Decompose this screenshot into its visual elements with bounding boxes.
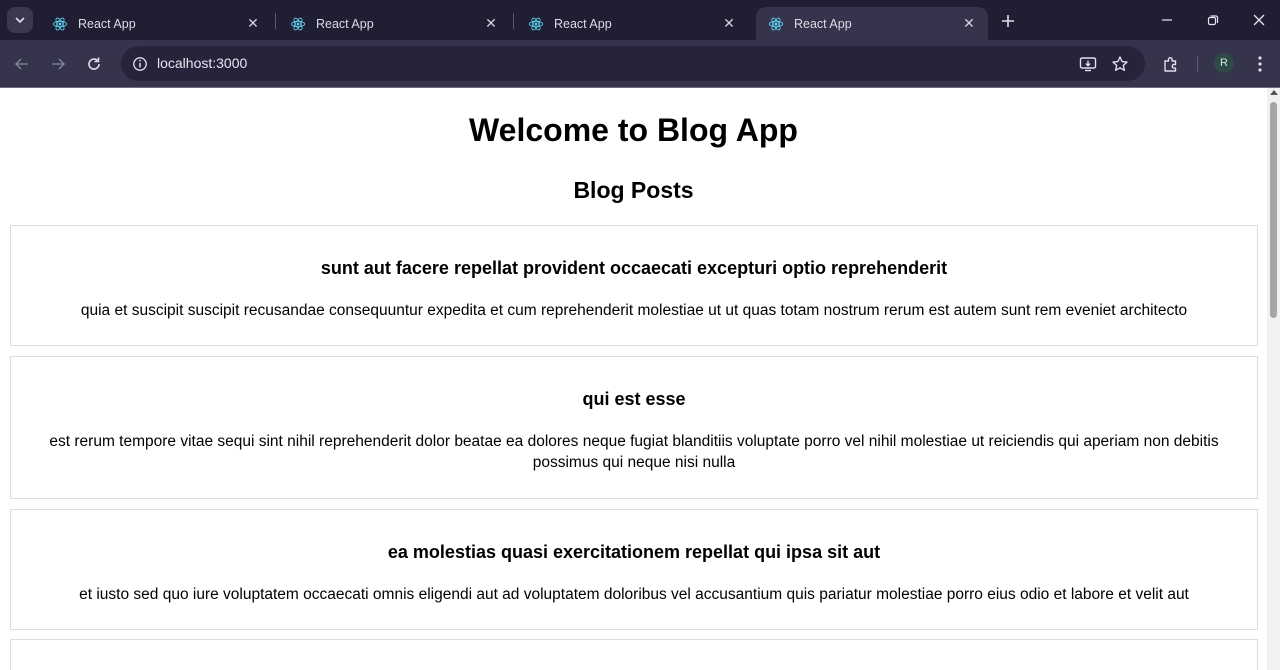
react-logo-icon bbox=[52, 17, 68, 30]
post-body: et iusto sed quo iure voluptatem occaeca… bbox=[79, 586, 1189, 603]
tab-title: React App bbox=[78, 16, 136, 31]
arrow-left-icon bbox=[14, 58, 28, 70]
post-card: sunt aut facere repellat provident occae… bbox=[10, 225, 1258, 346]
tab-divider bbox=[275, 13, 276, 29]
post-body: quia et suscipit suscipit recusandae con… bbox=[80, 302, 1188, 319]
restore-button[interactable] bbox=[1190, 0, 1236, 40]
restore-icon bbox=[1207, 15, 1219, 26]
page-viewport: Welcome to Blog App Blog Posts sunt aut … bbox=[0, 88, 1267, 670]
post-title: sunt aut facere repellat provident occae… bbox=[320, 258, 948, 278]
react-logo-icon bbox=[528, 17, 544, 30]
tab-title: React App bbox=[794, 16, 852, 31]
react-logo-icon bbox=[290, 17, 306, 30]
tab-1[interactable]: React App ✕ bbox=[40, 7, 272, 40]
close-icon[interactable]: ✕ bbox=[960, 15, 978, 33]
reload-button[interactable] bbox=[82, 52, 106, 76]
plus-icon bbox=[1002, 15, 1014, 27]
site-info-icon[interactable] bbox=[129, 53, 151, 75]
close-icon[interactable]: ✕ bbox=[244, 15, 262, 33]
post-title: qui est esse bbox=[582, 389, 686, 409]
url-text: localhost:3000 bbox=[157, 55, 248, 71]
scrollbar-thumb[interactable] bbox=[1270, 102, 1277, 318]
tab-title: React App bbox=[316, 16, 374, 31]
forward-button[interactable] bbox=[46, 52, 70, 76]
post-card: qui est esse est rerum tempore vitae seq… bbox=[10, 356, 1258, 499]
toolbar-divider bbox=[1197, 56, 1198, 72]
close-icon[interactable]: ✕ bbox=[720, 15, 738, 33]
vertical-scrollbar[interactable] bbox=[1267, 88, 1280, 670]
post-title: ea molestias quasi exercitationem repell… bbox=[387, 542, 881, 562]
minimize-icon bbox=[1162, 19, 1172, 21]
post-card-partial bbox=[10, 639, 1258, 670]
page-title: Welcome to Blog App bbox=[469, 112, 798, 148]
bookmark-star-icon[interactable] bbox=[1109, 53, 1131, 75]
tab-2[interactable]: React App ✕ bbox=[278, 7, 510, 40]
more-vertical-icon bbox=[1258, 56, 1262, 72]
install-app-icon[interactable] bbox=[1077, 53, 1099, 75]
tab-search-button[interactable] bbox=[7, 7, 33, 33]
tab-3[interactable]: React App ✕ bbox=[516, 7, 748, 40]
close-icon bbox=[1253, 14, 1265, 26]
chevron-down-icon bbox=[15, 17, 25, 24]
section-title: Blog Posts bbox=[573, 177, 694, 203]
profile-initial: R bbox=[1220, 57, 1228, 69]
extensions-icon[interactable] bbox=[1159, 52, 1183, 76]
new-tab-button[interactable] bbox=[996, 9, 1020, 33]
scroll-up-arrow-icon[interactable] bbox=[1270, 90, 1278, 95]
close-icon[interactable]: ✕ bbox=[482, 15, 500, 33]
browser-toolbar: localhost:3000 R bbox=[0, 40, 1280, 87]
tab-strip: React App ✕ React App ✕ React App ✕ Reac… bbox=[0, 0, 1280, 40]
menu-button[interactable] bbox=[1248, 52, 1272, 76]
react-logo-icon bbox=[768, 17, 784, 30]
post-body: est rerum tempore vitae sequi sint nihil… bbox=[49, 433, 1219, 471]
address-bar[interactable]: localhost:3000 bbox=[121, 46, 1145, 81]
reload-icon bbox=[88, 57, 100, 70]
profile-avatar[interactable]: R bbox=[1214, 53, 1234, 73]
close-window-button[interactable] bbox=[1236, 0, 1280, 40]
arrow-right-icon bbox=[52, 58, 66, 70]
tab-title: React App bbox=[554, 16, 612, 31]
tab-divider bbox=[513, 13, 514, 29]
tab-4-active[interactable]: React App ✕ bbox=[756, 7, 988, 40]
minimize-button[interactable] bbox=[1144, 0, 1190, 40]
post-card: ea molestias quasi exercitationem repell… bbox=[10, 509, 1258, 630]
back-button[interactable] bbox=[10, 52, 34, 76]
